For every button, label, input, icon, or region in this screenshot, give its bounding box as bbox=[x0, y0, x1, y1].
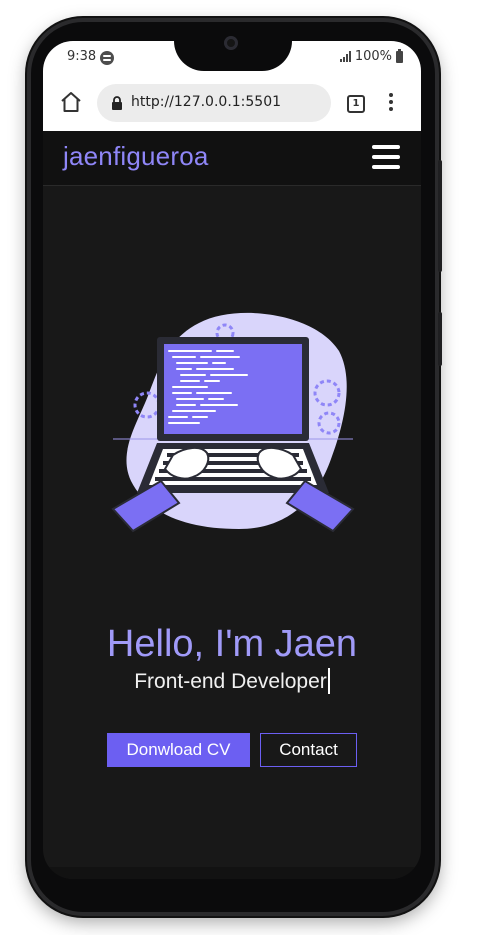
tabs-icon[interactable]: 1 bbox=[347, 95, 365, 113]
site-navbar: jaenfigueroa bbox=[43, 131, 421, 186]
contact-button[interactable]: Contact bbox=[260, 733, 357, 767]
power-button bbox=[438, 160, 442, 272]
hero-subtitle: Front-end Developer bbox=[43, 668, 421, 694]
site-logo[interactable]: jaenfigueroa bbox=[63, 141, 209, 172]
home-icon[interactable] bbox=[59, 90, 83, 114]
hamburger-icon[interactable] bbox=[372, 145, 400, 171]
address-bar[interactable]: http://127.0.0.1:5501 bbox=[97, 84, 331, 122]
signal-icon bbox=[339, 51, 351, 62]
hero-subtitle-text: Front-end Developer bbox=[134, 670, 327, 693]
browser-toolbar: http://127.0.0.1:5501 1 bbox=[43, 75, 421, 131]
battery-icon bbox=[396, 48, 403, 63]
download-cv-button[interactable]: Donwload CV bbox=[107, 733, 250, 767]
front-camera bbox=[224, 36, 238, 50]
volume-button bbox=[438, 312, 442, 366]
more-vert-icon[interactable] bbox=[389, 93, 393, 113]
developer-laptop-illustration bbox=[111, 312, 355, 533]
lock-icon bbox=[112, 96, 122, 110]
url-text: http://127.0.0.1:5501 bbox=[131, 94, 282, 110]
typing-caret bbox=[327, 668, 330, 694]
spotify-icon bbox=[100, 51, 114, 65]
battery-percent: 100% bbox=[354, 49, 392, 64]
status-right: 100% bbox=[339, 48, 403, 64]
status-time: 9:38 bbox=[67, 49, 97, 64]
hero-title: Hello, I'm Jaen bbox=[106, 623, 358, 665]
screen-bottom-edge bbox=[43, 867, 421, 879]
phone-screen: 9:38 100% http://127.0.0.1:5501 1 jaenfi… bbox=[43, 41, 421, 879]
